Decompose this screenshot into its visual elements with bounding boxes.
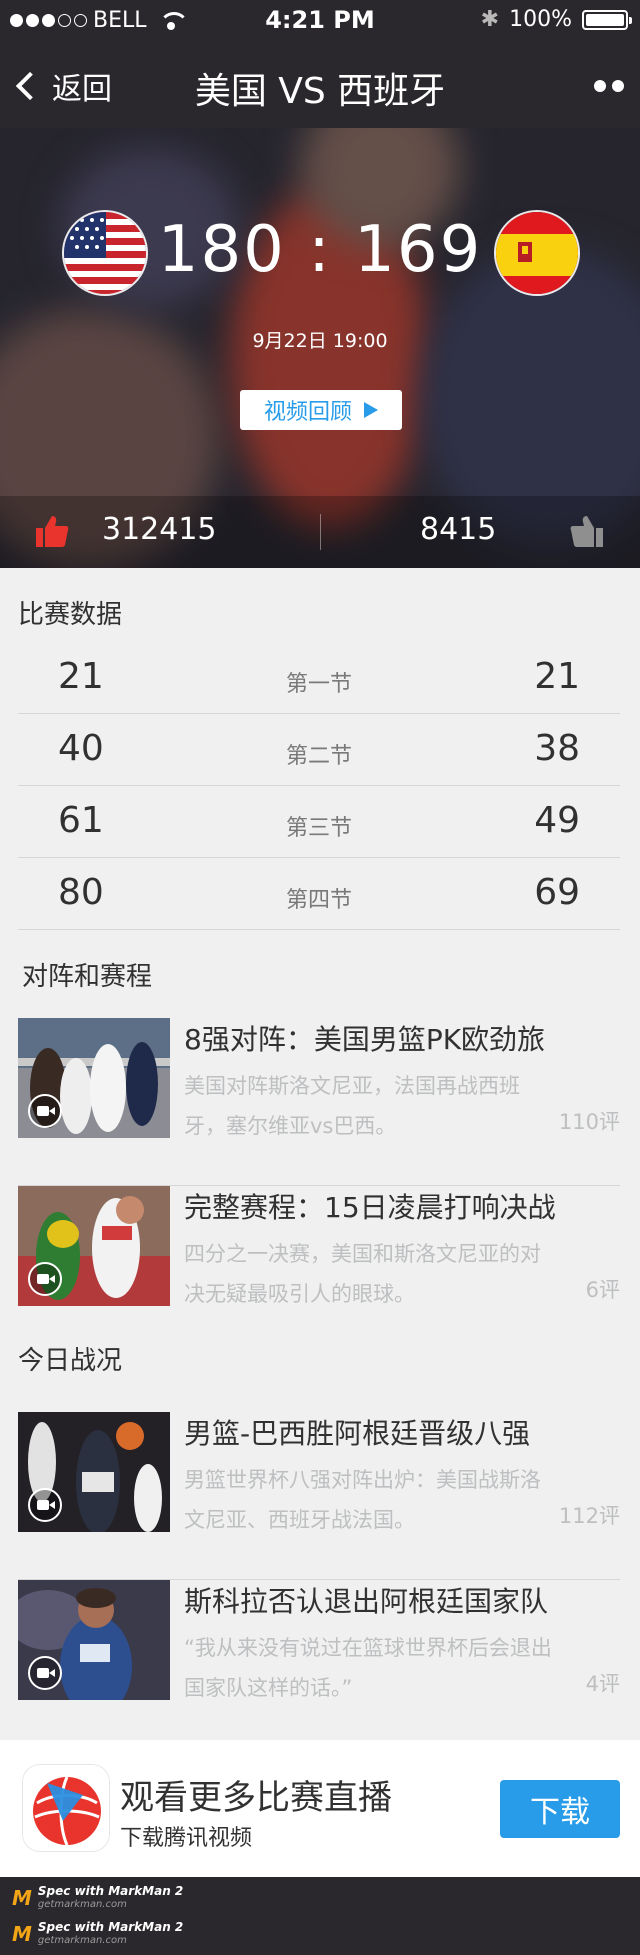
news-item[interactable]: 男篮-巴西胜阿根廷晋级八强 男篮世界杯八强对阵出炉：美国战斯洛文尼亚、西班牙战法…	[18, 1412, 620, 1580]
stats-table: 21 第一节 21 40 第二节 38 61 第三节 49 80 第四节 69	[18, 642, 620, 930]
markman-logo-icon: M	[12, 1922, 32, 1946]
news-thumbnail	[18, 1412, 170, 1532]
tencent-video-app-icon	[22, 1764, 110, 1852]
news-title: 男篮-巴西胜阿根廷晋级八强	[184, 1417, 531, 1450]
bluetooth-icon: ✱	[480, 7, 500, 32]
stat-right-score: 38	[534, 728, 580, 769]
stat-period-label: 第二节	[285, 744, 352, 769]
thumbs-up-icon	[570, 516, 603, 547]
video-camera-icon	[28, 1656, 62, 1690]
news-description: 美国对阵斯洛文尼亚，法国再战西班牙，塞尔维亚vs巴西。	[184, 1074, 520, 1138]
play-icon	[364, 402, 378, 418]
today-section-title: 今日战况	[18, 1346, 123, 1376]
back-button[interactable]: 返回	[15, 64, 112, 108]
news-title: 斯科拉否认退出阿根廷国家队	[184, 1585, 549, 1618]
stat-row: 61 第三节 49	[18, 786, 620, 858]
download-title: 观看更多比赛直播	[120, 1778, 392, 1818]
more-dot-icon	[594, 80, 606, 92]
markman-badge: M Spec with MarkMan 2 getmarkman.com	[12, 1885, 183, 1911]
stat-right-score: 49	[534, 800, 580, 841]
battery-icon	[582, 9, 632, 30]
vote-spain[interactable]: 8415	[320, 496, 640, 568]
markman-url: getmarkman.com	[37, 1935, 127, 1946]
download-subtitle: 下载腾讯视频	[120, 1826, 253, 1851]
markman-logo-icon: M	[12, 1886, 32, 1910]
status-right: ✱ 100%	[480, 7, 632, 32]
stat-period-label: 第四节	[285, 888, 352, 913]
news-title: 完整赛程：15日凌晨打响决战	[184, 1191, 556, 1224]
video-camera-icon	[28, 1488, 62, 1522]
video-camera-icon	[28, 1094, 62, 1128]
news-description: 四分之一决赛，美国和斯洛文尼亚的对决无疑最吸引人的眼球。	[184, 1242, 541, 1306]
markman-brand: Spec with MarkMan 2	[37, 1884, 184, 1898]
thumbs-up-icon	[36, 516, 69, 547]
vote-bar: 312415 8415	[0, 496, 640, 568]
schedule-section-title: 对阵和赛程	[22, 962, 153, 992]
news-item[interactable]: 斯科拉否认退出阿根廷国家队 “我从来没有说过在篮球世界杯后会退出国家队这样的话。…	[18, 1580, 620, 1748]
battery-percent: 100%	[509, 7, 572, 32]
news-description: 男篮世界杯八强对阵出炉：美国战斯洛文尼亚、西班牙战法国。	[184, 1468, 541, 1532]
stat-right-score: 69	[534, 872, 580, 913]
match-score: 180 : 169	[157, 213, 483, 287]
stat-right-score: 21	[534, 656, 580, 697]
vote-count-usa: 312415	[102, 512, 217, 547]
video-replay-button[interactable]: 视频回顾	[240, 390, 402, 430]
download-button[interactable]: 下载	[500, 1780, 620, 1838]
stat-row: 80 第四节 69	[18, 858, 620, 930]
match-datetime: 9月22日 19:00	[252, 330, 388, 352]
news-thumbnail	[18, 1018, 170, 1138]
stat-period-label: 第一节	[285, 672, 352, 697]
stat-row: 21 第一节 21	[18, 642, 620, 714]
news-thumbnail	[18, 1186, 170, 1306]
usa-flag-icon	[62, 210, 148, 296]
download-banner: 观看更多比赛直播 下载腾讯视频 下载	[0, 1740, 640, 1877]
vote-usa[interactable]: 312415	[0, 496, 320, 568]
replay-label: 视频回顾	[263, 400, 352, 425]
match-hero: 180 : 169 9月22日 19:00 视频回顾 312415 8415	[0, 128, 640, 568]
markman-footer: M Spec with MarkMan 2 getmarkman.com M S…	[0, 1877, 640, 1955]
news-thumbnail	[18, 1580, 170, 1700]
comment-count: 6评	[585, 1278, 620, 1302]
news-item[interactable]: 8强对阵：美国男篮PK欧劲旅 美国对阵斯洛文尼亚，法国再战西班牙，塞尔维亚vs巴…	[18, 1018, 620, 1186]
stats-section-title: 比赛数据	[18, 600, 123, 630]
vote-count-spain: 8415	[420, 512, 497, 547]
news-title: 8强对阵：美国男篮PK欧劲旅	[184, 1023, 546, 1056]
back-chevron-icon	[15, 71, 45, 101]
comment-count: 4评	[585, 1672, 620, 1696]
top-bar: BELL 4:21 PM ✱ 100% 返回 美国 VS 西班牙	[0, 0, 640, 128]
status-bar: BELL 4:21 PM ✱ 100%	[0, 0, 640, 40]
markman-badge: M Spec with MarkMan 2 getmarkman.com	[12, 1921, 183, 1947]
spain-flag-icon	[494, 210, 580, 296]
navigation-bar: 返回 美国 VS 西班牙	[0, 52, 640, 114]
stat-period-label: 第三节	[285, 816, 352, 841]
stat-row: 40 第二节 38	[18, 714, 620, 786]
page-title: 美国 VS 西班牙	[194, 71, 446, 112]
news-item[interactable]: 完整赛程：15日凌晨打响决战 四分之一决赛，美国和斯洛文尼亚的对决无疑最吸引人的…	[18, 1186, 620, 1354]
comment-count: 110评	[558, 1110, 620, 1134]
more-dot-icon	[612, 80, 624, 92]
markman-brand: Spec with MarkMan 2	[37, 1920, 184, 1934]
more-menu-button[interactable]	[594, 80, 624, 92]
news-description: “我从来没有说过在篮球世界杯后会退出国家队这样的话。”	[184, 1636, 552, 1700]
video-camera-icon	[28, 1262, 62, 1296]
markman-url: getmarkman.com	[37, 1899, 127, 1910]
comment-count: 112评	[558, 1504, 620, 1528]
